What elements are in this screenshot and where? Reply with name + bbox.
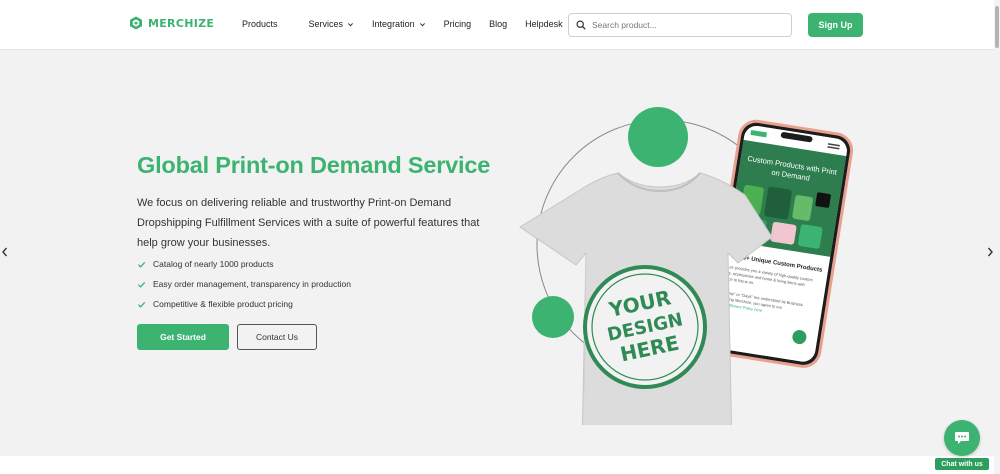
search-icon bbox=[576, 20, 586, 30]
carousel-prev-arrow-icon[interactable] bbox=[0, 246, 10, 258]
chat-button[interactable] bbox=[944, 420, 980, 456]
feature-text: Competitive & flexible product pricing bbox=[153, 299, 293, 309]
hero-subtitle: We focus on delivering reliable and trus… bbox=[137, 197, 480, 249]
nav-item-label: Pricing bbox=[443, 19, 472, 29]
nav-item-label: Helpdesk bbox=[525, 19, 563, 29]
search-input[interactable] bbox=[592, 20, 782, 30]
decorative-dot bbox=[532, 296, 574, 338]
hero-title: Global Print-on Demand Service bbox=[137, 152, 491, 178]
nav-item-label: Integration bbox=[372, 19, 415, 29]
nav-item-integration[interactable]: Integration bbox=[372, 19, 426, 29]
nav-item-services[interactable]: Services bbox=[309, 19, 355, 29]
sign-up-button[interactable]: Sign Up bbox=[808, 13, 863, 37]
merchize-logo-icon bbox=[130, 16, 142, 30]
list-item: Easy order management, transparency in p… bbox=[137, 274, 351, 294]
feature-text: Easy order management, transparency in p… bbox=[153, 279, 351, 289]
hero-section: Global Print-on Demand Service We focus … bbox=[0, 50, 994, 456]
nav-item-helpdesk[interactable]: Helpdesk bbox=[525, 19, 563, 29]
nav-item-blog[interactable]: Blog bbox=[489, 19, 507, 29]
brand-name: MERCHIZE bbox=[148, 16, 215, 30]
brand-logo[interactable]: MERCHIZE bbox=[129, 16, 214, 30]
list-item: Competitive & flexible product pricing bbox=[137, 294, 351, 314]
nav-item-products[interactable]: Products bbox=[242, 19, 278, 29]
nav-item-label: Products bbox=[242, 19, 278, 29]
scrollbar-thumb[interactable] bbox=[995, 6, 999, 48]
check-icon bbox=[137, 261, 146, 268]
main-nav: Products Services Integration Pricing Bl… bbox=[242, 19, 563, 29]
page-scrollbar[interactable] bbox=[994, 0, 1000, 474]
nav-item-label: Services bbox=[308, 19, 344, 29]
nav-item-label: Blog bbox=[489, 19, 508, 29]
get-started-button[interactable]: Get Started bbox=[137, 324, 229, 350]
hero-illustration: Custom Products with Print on Demand ll … bbox=[519, 107, 854, 425]
site-header: MERCHIZE Products Services Integration P… bbox=[0, 0, 994, 50]
contact-us-button[interactable]: Contact Us bbox=[237, 324, 317, 350]
chat-icon bbox=[955, 432, 969, 444]
next-section bbox=[0, 456, 994, 474]
nav-item-pricing[interactable]: Pricing bbox=[444, 19, 472, 29]
check-icon bbox=[137, 301, 146, 308]
chevron-down-icon bbox=[419, 22, 425, 26]
search-box[interactable] bbox=[568, 13, 792, 37]
chevron-down-icon bbox=[348, 22, 354, 26]
check-icon bbox=[137, 281, 146, 288]
feature-list: Catalog of nearly 1000 products Easy ord… bbox=[137, 254, 351, 314]
list-item: Catalog of nearly 1000 products bbox=[137, 254, 351, 274]
feature-text: Catalog of nearly 1000 products bbox=[153, 259, 274, 269]
decorative-dot bbox=[628, 107, 688, 167]
chat-label[interactable]: Chat with us bbox=[935, 458, 989, 470]
